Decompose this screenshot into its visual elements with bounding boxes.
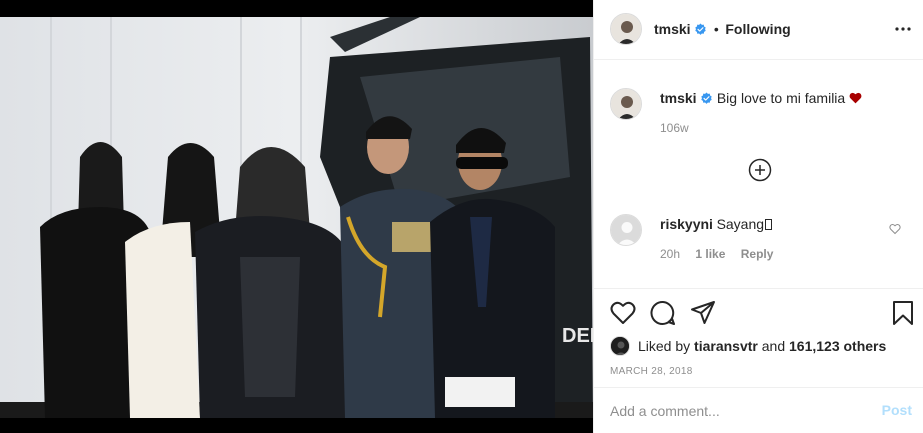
post-sidebar: tmski • Following tmski Big love to mi f… bbox=[593, 0, 923, 433]
likes-summary: Liked by tiaransvtr and 161,123 others bbox=[610, 336, 886, 356]
post-photo-pane[interactable]: DEF bbox=[0, 0, 593, 433]
like-heart-icon[interactable] bbox=[610, 300, 636, 326]
liked-by-conjunction: and bbox=[761, 338, 786, 354]
liker-avatar[interactable] bbox=[610, 336, 630, 356]
post-header: tmski • Following bbox=[594, 0, 923, 60]
comment-line: riskyyni Sayang bbox=[660, 216, 773, 232]
bookmark-icon[interactable] bbox=[890, 300, 916, 326]
post-photo: DEF bbox=[0, 17, 593, 418]
liked-by-user[interactable]: tiaransvtr bbox=[694, 338, 758, 354]
reply-button[interactable]: Reply bbox=[741, 247, 774, 261]
commenter-avatar[interactable] bbox=[610, 214, 642, 246]
comment-item: riskyyni Sayang 20h 1 like Reply bbox=[594, 200, 923, 270]
add-comment-bar: Post bbox=[594, 387, 923, 433]
load-more-comments-icon[interactable] bbox=[748, 158, 772, 182]
comment-age: 20h bbox=[660, 247, 681, 261]
post-comment-button[interactable]: Post bbox=[882, 402, 912, 418]
caption-username[interactable]: tmski bbox=[660, 90, 697, 106]
post-date[interactable]: MARCH 28, 2018 bbox=[610, 366, 693, 377]
caption-text: Big love to mi familia bbox=[716, 90, 846, 106]
following-button[interactable]: Following bbox=[725, 21, 790, 37]
caption: tmski Big love to mi familia 106w bbox=[594, 74, 923, 144]
heart-emoji-icon bbox=[849, 92, 862, 107]
header-title-row: tmski • Following bbox=[654, 21, 791, 39]
comment-like-heart-icon[interactable] bbox=[889, 223, 901, 235]
author-avatar[interactable] bbox=[610, 13, 642, 45]
comment-likes-count[interactable]: 1 like bbox=[695, 247, 725, 261]
caption-author-avatar[interactable] bbox=[610, 88, 642, 120]
comment-text: Sayang bbox=[716, 216, 765, 232]
separator-dot: • bbox=[713, 21, 719, 37]
verified-badge-icon bbox=[700, 92, 713, 108]
liked-by-others[interactable]: 161,123 others bbox=[789, 338, 886, 354]
comment-username[interactable]: riskyyni bbox=[660, 216, 713, 232]
caption-age: 106w bbox=[660, 121, 689, 135]
verified-badge-icon bbox=[694, 23, 707, 39]
liked-by-prefix: Liked by bbox=[638, 338, 691, 354]
share-icon[interactable] bbox=[690, 300, 716, 326]
post-actions: Liked by tiaransvtr and 161,123 others M… bbox=[594, 288, 923, 430]
author-username[interactable]: tmski bbox=[654, 21, 691, 37]
comment-meta: 20h 1 like Reply bbox=[660, 247, 773, 261]
more-options-icon[interactable] bbox=[894, 20, 912, 38]
svg-text:DEF: DEF bbox=[562, 325, 593, 347]
comment-icon[interactable] bbox=[650, 300, 676, 326]
caption-line: tmski Big love to mi familia bbox=[660, 90, 862, 108]
add-comment-input[interactable] bbox=[610, 400, 860, 422]
missing-glyph-box bbox=[765, 219, 773, 230]
